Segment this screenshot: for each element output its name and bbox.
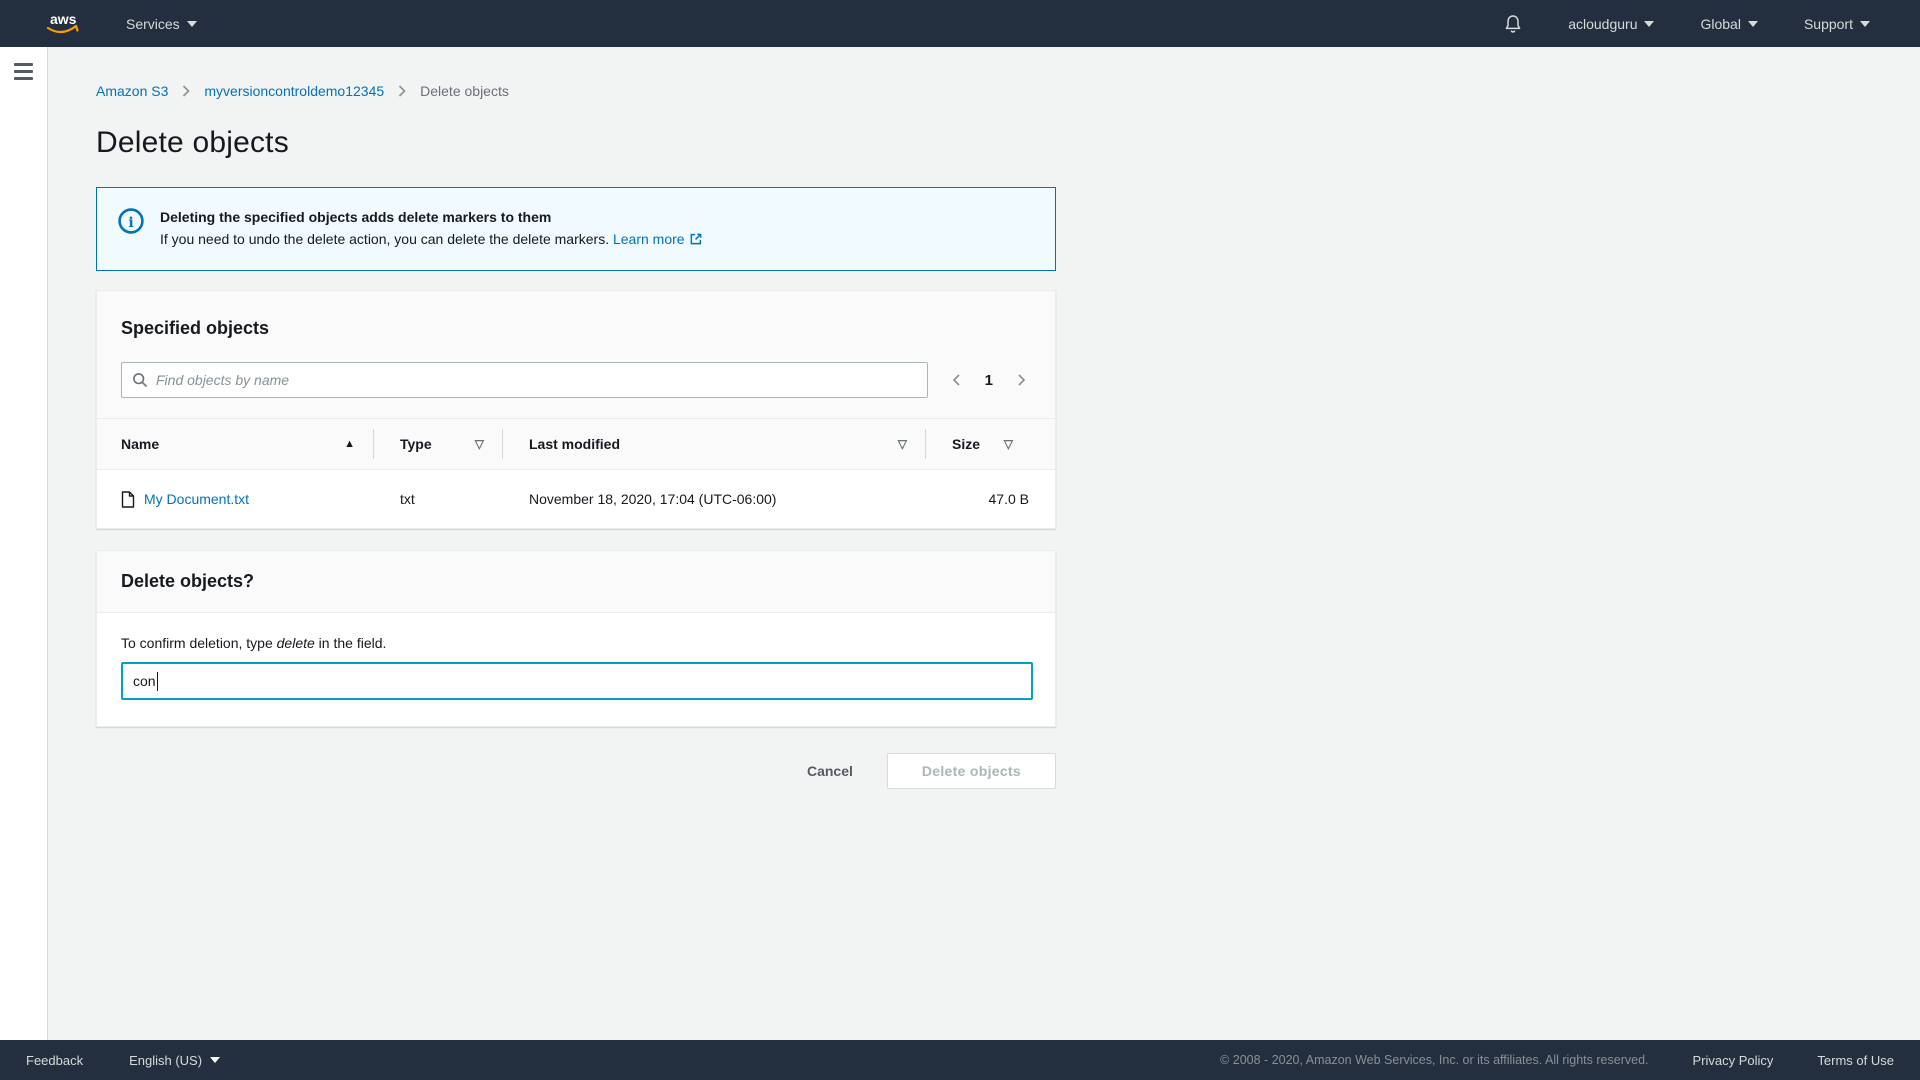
filter-icon: ▽ [1004,437,1013,451]
language-label: English (US) [129,1053,202,1068]
specified-objects-title: Specified objects [121,318,1031,339]
external-link-icon [689,232,703,246]
info-alert: i Deleting the specified objects adds de… [96,187,1056,271]
services-menu[interactable]: Services [126,16,197,32]
bell-icon [1504,14,1522,34]
action-bar: Cancel Delete objects [96,753,1056,789]
privacy-policy-link[interactable]: Privacy Policy [1693,1053,1774,1068]
support-label: Support [1804,16,1853,32]
previous-page-button[interactable] [947,370,967,390]
chevron-down-icon [187,21,197,27]
object-last-modified: November 18, 2020, 17:04 (UTC-06:00) [503,491,926,507]
chevron-left-icon [949,372,965,388]
next-page-button[interactable] [1011,370,1031,390]
learn-more-link[interactable]: Learn more [613,231,703,247]
filter-icon: ▽ [898,437,907,451]
object-size: 47.0 B [926,491,1031,507]
services-label: Services [126,16,180,32]
delete-confirmation-panel: Delete objects? To confirm deletion, typ… [96,550,1056,727]
open-menu-button[interactable] [14,63,33,84]
confirm-input-value: con [133,673,156,689]
top-navigation: aws Services acloudguru Global Support [0,0,1920,47]
search-icon [132,372,148,388]
column-header-last-modified[interactable]: Last modified ▽ [503,429,926,459]
column-header-type[interactable]: Type ▽ [374,429,503,459]
confirm-panel-title: Delete objects? [121,571,1031,592]
aws-logo-icon: aws [44,11,82,37]
table-header: Name ▲ Type ▽ Last modified ▽ Size ▽ [97,419,1055,470]
search-input[interactable] [156,372,917,388]
alert-title: Deleting the specified objects adds dele… [160,207,703,227]
language-selector[interactable]: English (US) [129,1053,220,1068]
delete-objects-button[interactable]: Delete objects [887,753,1056,789]
cancel-button[interactable]: Cancel [803,755,857,787]
object-link[interactable]: My Document.txt [144,491,249,507]
chevron-down-icon [210,1057,220,1063]
info-icon: i [117,207,145,235]
column-header-name[interactable]: Name ▲ [121,429,374,459]
specified-objects-panel: Specified objects [96,290,1056,529]
account-name: acloudguru [1568,16,1637,32]
confirm-instruction: To confirm deletion, type delete in the … [121,635,1031,651]
footer: Feedback English (US) © 2008 - 2020, Ama… [0,1040,1920,1080]
pagination: 1 [947,370,1031,390]
breadcrumb-bucket[interactable]: myversioncontroldemo12345 [204,83,384,99]
breadcrumb-separator-icon [398,85,406,97]
breadcrumb-amazon-s3[interactable]: Amazon S3 [96,83,168,99]
aws-logo[interactable]: aws [44,11,82,37]
chevron-down-icon [1748,21,1758,27]
collapsed-sidebar [0,47,48,1040]
feedback-link[interactable]: Feedback [26,1053,83,1068]
chevron-right-icon [1013,372,1029,388]
support-menu[interactable]: Support [1804,16,1870,32]
svg-text:i: i [128,215,133,231]
terms-of-use-link[interactable]: Terms of Use [1817,1053,1894,1068]
breadcrumb: Amazon S3 myversioncontroldemo12345 Dele… [96,83,1056,99]
table-row: My Document.txt txt November 18, 2020, 1… [97,470,1055,528]
object-type: txt [374,491,503,507]
account-menu[interactable]: acloudguru [1568,16,1654,32]
region-label: Global [1700,16,1740,32]
page-number[interactable]: 1 [981,372,997,389]
object-search-box [121,362,928,398]
document-icon [121,491,135,508]
column-header-size[interactable]: Size ▽ [926,429,1031,459]
delete-confirm-input[interactable]: con [121,662,1033,700]
filter-icon: ▽ [475,437,484,451]
breadcrumb-current: Delete objects [420,83,509,99]
alert-body-text: If you need to undo the delete action, y… [160,231,609,247]
chevron-down-icon [1860,21,1870,27]
svg-text:aws: aws [50,11,77,27]
sort-ascending-icon: ▲ [344,438,355,450]
region-menu[interactable]: Global [1700,16,1757,32]
breadcrumb-separator-icon [182,85,190,97]
notifications-button[interactable] [1504,14,1522,34]
main-content: Amazon S3 myversioncontroldemo12345 Dele… [48,47,1920,1040]
copyright-text: © 2008 - 2020, Amazon Web Services, Inc.… [1220,1053,1648,1067]
page-title: Delete objects [96,126,1056,160]
chevron-down-icon [1644,21,1654,27]
text-cursor [157,672,158,691]
